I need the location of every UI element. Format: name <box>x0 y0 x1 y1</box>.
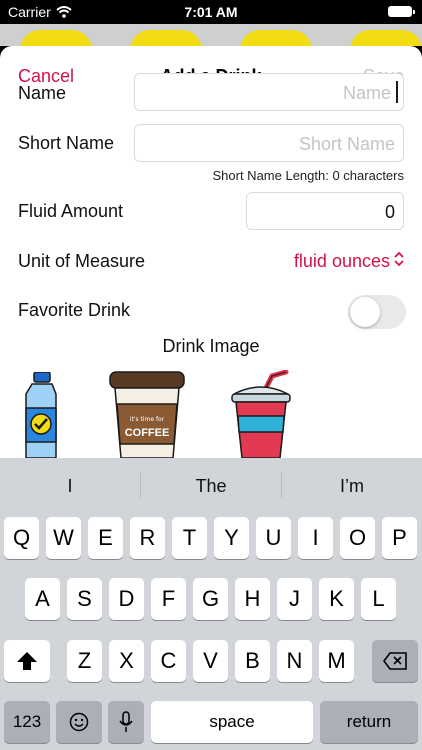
key-j[interactable]: J <box>277 578 312 620</box>
unit-of-measure-picker[interactable]: fluid ounces <box>294 251 390 272</box>
space-key[interactable]: space <box>151 701 313 743</box>
coffee-cup-icon[interactable]: it's time for COFFEE <box>106 370 188 459</box>
shift-arrow-icon <box>17 652 37 670</box>
key-u[interactable]: U <box>256 517 291 559</box>
delete-key[interactable] <box>372 640 418 682</box>
drink-image-title: Drink Image <box>162 336 260 356</box>
drink-card-peek <box>240 30 312 46</box>
key-y[interactable]: Y <box>214 517 249 559</box>
toggle-knob <box>350 297 380 327</box>
backspace-icon <box>383 652 407 670</box>
short-name-label: Short Name <box>18 133 115 153</box>
name-placeholder: Name <box>342 83 391 103</box>
key-l[interactable]: L <box>361 578 396 620</box>
status-bar: Carrier 7:01 AM <box>0 0 422 24</box>
key-v[interactable]: V <box>193 640 228 682</box>
coffee-cup-text: COFFEE <box>125 427 170 439</box>
predictive-bar: I The I’m <box>0 458 422 512</box>
suggestion-item[interactable]: I <box>0 476 140 497</box>
suggestion-item[interactable]: The <box>141 476 281 497</box>
key-o[interactable]: O <box>340 517 375 559</box>
keyboard: I The I’m Q W E R T Y U I O P A S D F G … <box>0 458 422 750</box>
key-z[interactable]: Z <box>67 640 102 682</box>
key-r[interactable]: R <box>130 517 165 559</box>
favorite-drink-toggle[interactable] <box>348 295 406 329</box>
coffee-cup-small-text: it's time for <box>130 416 165 423</box>
battery-icon <box>388 6 415 17</box>
name-label: Name <box>18 83 67 103</box>
soda-cup-icon[interactable] <box>228 369 294 459</box>
key-n[interactable]: N <box>277 640 312 682</box>
fluid-amount-label: Fluid Amount <box>18 201 124 221</box>
text-caret <box>396 81 398 103</box>
key-q[interactable]: Q <box>4 517 39 559</box>
key-t[interactable]: T <box>172 517 207 559</box>
emoji-key[interactable] <box>56 701 102 743</box>
chevron-up-down-icon[interactable] <box>394 251 404 270</box>
clock-label: 7:01 AM <box>184 4 238 20</box>
short-name-length-hint: Short Name Length: 0 characters <box>212 168 405 183</box>
key-p[interactable]: P <box>382 517 417 559</box>
key-h[interactable]: H <box>235 578 270 620</box>
drink-card-peek <box>20 30 92 46</box>
key-x[interactable]: X <box>109 640 144 682</box>
short-name-field[interactable]: Short Name <box>134 124 404 162</box>
key-s[interactable]: S <box>67 578 102 620</box>
name-field[interactable]: Name <box>134 73 404 111</box>
favorite-drink-label: Favorite Drink <box>18 300 131 320</box>
fluid-amount-value: 0 <box>384 202 395 222</box>
key-f[interactable]: F <box>151 578 186 620</box>
key-c[interactable]: C <box>151 640 186 682</box>
key-e[interactable]: E <box>88 517 123 559</box>
key-a[interactable]: A <box>25 578 60 620</box>
short-name-placeholder: Short Name <box>298 134 395 154</box>
numbers-key[interactable]: 123 <box>4 701 50 743</box>
key-g[interactable]: G <box>193 578 228 620</box>
drink-card-peek <box>130 30 202 46</box>
shift-key[interactable] <box>4 640 50 682</box>
unit-of-measure-label: Unit of Measure <box>18 251 146 271</box>
key-b[interactable]: B <box>235 640 270 682</box>
key-i[interactable]: I <box>298 517 333 559</box>
key-d[interactable]: D <box>109 578 144 620</box>
key-k[interactable]: K <box>319 578 354 620</box>
emoji-smiley-icon <box>69 712 89 732</box>
drink-card-peek <box>350 30 422 46</box>
fluid-amount-field[interactable]: 0 <box>246 192 404 230</box>
microphone-icon <box>119 711 133 732</box>
return-key[interactable]: return <box>320 701 418 743</box>
key-m[interactable]: M <box>319 640 354 682</box>
suggestion-item[interactable]: I’m <box>282 476 422 497</box>
water-bottle-icon[interactable] <box>20 371 64 459</box>
dictation-key[interactable] <box>108 701 144 743</box>
background-screen <box>0 24 422 46</box>
key-w[interactable]: W <box>46 517 81 559</box>
